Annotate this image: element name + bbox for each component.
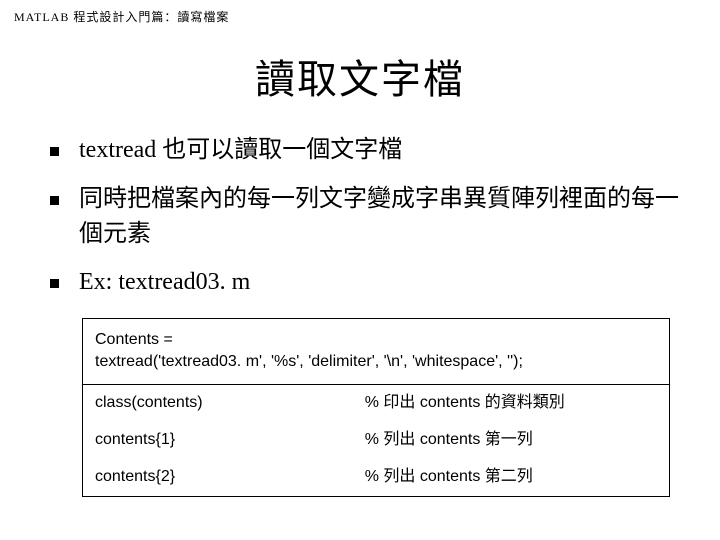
- bullet-text: 同時把檔案內的每一列文字變成字串異質陣列裡面的每一個元素: [79, 182, 690, 252]
- bullet-list: textread 也可以讀取一個文字檔 同時把檔案內的每一列文字變成字串異質陣列…: [0, 133, 720, 300]
- code-comment: % 列出 contents 第二列: [365, 467, 657, 488]
- code-row: class(contents) % 印出 contents 的資料類別: [83, 385, 669, 422]
- bullet-icon: [50, 147, 59, 156]
- slide-title: 讀取文字檔: [0, 47, 720, 105]
- list-item: Ex: textread03. m: [50, 265, 690, 300]
- code-row: contents{2} % 列出 contents 第二列: [83, 459, 669, 496]
- bullet-text: textread 也可以讀取一個文字檔: [79, 133, 402, 168]
- code-comment: % 列出 contents 第一列: [365, 430, 657, 451]
- bullet-icon: [50, 196, 59, 205]
- code-line: textread('textread03. m', '%s', 'delimit…: [95, 351, 657, 373]
- code-left: contents{2}: [95, 467, 365, 488]
- page-header: MATLAB 程式設計入門篇：讀寫檔案: [0, 0, 720, 25]
- list-item: textread 也可以讀取一個文字檔: [50, 133, 690, 168]
- bullet-text: Ex: textread03. m: [79, 265, 250, 300]
- code-left: contents{1}: [95, 430, 365, 451]
- list-item: 同時把檔案內的每一列文字變成字串異質陣列裡面的每一個元素: [50, 182, 690, 252]
- code-header: Contents = textread('textread03. m', '%s…: [83, 319, 669, 385]
- code-left: class(contents): [95, 393, 365, 414]
- code-line: Contents =: [95, 329, 657, 351]
- code-example-box: Contents = textread('textread03. m', '%s…: [82, 318, 670, 497]
- bullet-icon: [50, 279, 59, 288]
- code-row: contents{1} % 列出 contents 第一列: [83, 422, 669, 459]
- code-comment: % 印出 contents 的資料類別: [365, 393, 657, 414]
